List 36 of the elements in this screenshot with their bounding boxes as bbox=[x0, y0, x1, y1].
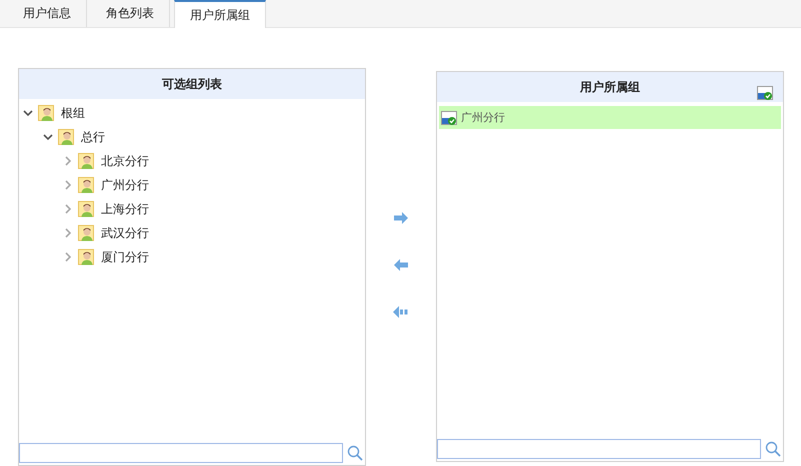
chevron-right-icon[interactable] bbox=[63, 204, 73, 214]
tab[interactable]: 用户所属组 bbox=[174, 0, 266, 28]
arrow-left-icon[interactable] bbox=[394, 259, 408, 271]
search-field[interactable] bbox=[437, 439, 761, 459]
user-group-icon bbox=[78, 177, 94, 193]
arrow-right-icon[interactable] bbox=[394, 212, 408, 224]
user-group-icon bbox=[78, 201, 94, 217]
panel-title: 用户所属组 bbox=[580, 78, 640, 96]
search-icon[interactable] bbox=[347, 445, 363, 461]
user-group-icon bbox=[78, 153, 94, 169]
user-group-icon bbox=[38, 105, 54, 121]
tree-item[interactable]: 上海分行 bbox=[101, 200, 149, 218]
tree-item[interactable]: 北京分行 bbox=[101, 152, 149, 170]
chevron-right-icon[interactable] bbox=[63, 180, 73, 190]
search-field[interactable] bbox=[19, 443, 343, 463]
user-group-icon bbox=[78, 225, 94, 241]
tree-item[interactable]: 广州分行 bbox=[101, 176, 149, 194]
chevron-down-icon[interactable] bbox=[43, 132, 53, 142]
user-group-icon bbox=[58, 129, 74, 145]
group-check-icon[interactable] bbox=[757, 85, 773, 101]
tab[interactable]: 用户信息 bbox=[8, 0, 87, 27]
tree-item[interactable]: 根组 bbox=[61, 104, 85, 122]
panel-title: 可选组列表 bbox=[162, 76, 222, 92]
tree-item[interactable]: 厦门分行 bbox=[101, 248, 149, 266]
tree-item[interactable]: 武汉分行 bbox=[101, 224, 149, 242]
group-check-icon bbox=[441, 110, 457, 126]
tab[interactable]: 角色列表 bbox=[91, 0, 170, 27]
search-icon[interactable] bbox=[765, 441, 781, 457]
double-arrow-left-icon[interactable] bbox=[393, 306, 409, 318]
chevron-right-icon[interactable] bbox=[63, 156, 73, 166]
chevron-right-icon[interactable] bbox=[63, 252, 73, 262]
chevron-down-icon[interactable] bbox=[23, 108, 33, 118]
user-group-icon bbox=[78, 249, 94, 265]
chevron-right-icon[interactable] bbox=[63, 228, 73, 238]
tree-item[interactable]: 总行 bbox=[81, 128, 105, 146]
list-item[interactable]: 广州分行 bbox=[439, 106, 781, 129]
